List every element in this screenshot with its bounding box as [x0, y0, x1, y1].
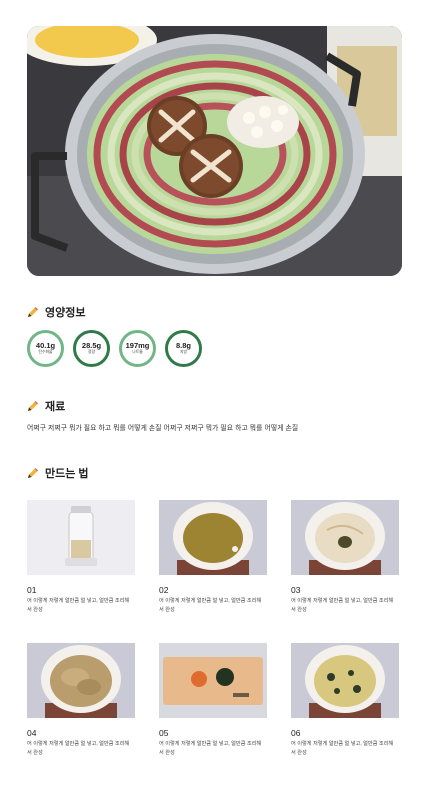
recipe-step: 02 어 이렇게 저렇게 얼만큼 얼 넣고, 얼만큼 조리해서 완성: [159, 500, 267, 615]
nutrition-section-title: 영양정보: [27, 304, 85, 320]
step-description: 어 이렇게 저렇게 얼만큼 얼 넣고, 얼만큼 조리해서 완성: [159, 741, 262, 756]
recipe-step: 06 어 이렇게 저렇게 얼만큼 얼 넣고, 얼만큼 조리해서 완성: [291, 643, 399, 758]
step-number: 03: [291, 585, 301, 595]
step-photo-blender: [27, 500, 135, 575]
nutrition-label: 탄수화물: [38, 350, 53, 355]
hero-dish-photo: [27, 26, 402, 276]
nutrition-value: 197mg: [125, 340, 150, 350]
pencil-icon: [28, 401, 38, 411]
step-photo-pot-broth: [159, 500, 267, 575]
step-description: 어 이렇게 저렇게 얼만큼 얼 넣고, 얼만큼 조리해서 완성: [27, 741, 130, 756]
step-number: 01: [27, 585, 37, 595]
recipe-step: 05 어 이렇게 저렇게 얼만큼 얼 넣고, 얼만큼 조리해서 완성: [159, 643, 267, 758]
nutrition-badge-carbs: 40.1g 탄수화물: [27, 330, 64, 367]
step-description: 어 이렇게 저렇게 얼만큼 얼 넣고, 얼만큼 조리해서 완성: [27, 598, 130, 613]
nutrition-badge-sugar: 28.5g 정량: [73, 330, 110, 367]
nutrition-title: 영양정보: [45, 307, 86, 319]
pencil-icon: [28, 468, 38, 478]
nutrition-value: 8.8g: [175, 340, 191, 350]
step-description: 어 이렇게 저렇게 얼만큼 얼 넣고, 얼만큼 조리해서 완성: [291, 741, 394, 756]
ingredients-title: 재료: [45, 401, 66, 413]
nutrition-value: 28.5g: [81, 340, 102, 350]
recipe-step: 04 어 이렇게 저렇게 얼만큼 얼 넣고, 얼만큼 조리해서 완성: [27, 643, 135, 758]
step-description: 어 이렇게 저렇게 얼만큼 얼 넣고, 얼만큼 조리해서 완성: [159, 598, 262, 613]
step-number: 06: [291, 728, 301, 738]
step-photo-pot-finished: [291, 643, 399, 718]
nutrition-value: 40.1g: [35, 340, 56, 350]
step-number: 04: [27, 728, 37, 738]
nutrition-label: 나트륨: [132, 350, 143, 355]
steps-section-title: 만드는 법: [27, 465, 89, 481]
step-photo-cutting-board: [159, 643, 267, 718]
recipe-step: 01 어 이렇게 저렇게 얼만큼 얼 넣고, 얼만큼 조리해서 완성: [27, 500, 135, 615]
step-photo-pot-soup: [291, 500, 399, 575]
nutrition-badge-fat: 8.8g 지방: [165, 330, 202, 367]
pencil-icon: [28, 307, 38, 317]
nutrition-badge-sodium: 197mg 나트륨: [119, 330, 156, 367]
ingredients-section-title: 재료: [27, 398, 65, 414]
nutrition-badges: 40.1g 탄수화물 28.5g 정량 197mg 나트륨 8.8g 지방: [27, 330, 202, 367]
ingredients-text: 어쩌구 저쩌구 뭐가 필요 하고 뭐를 어떻게 손질 어쩌구 저쩌구 뭐가 필요…: [27, 425, 299, 432]
step-photo-pot-grains: [27, 643, 135, 718]
step-description: 어 이렇게 저렇게 얼만큼 얼 넣고, 얼만큼 조리해서 완성: [291, 598, 394, 613]
step-number: 05: [159, 728, 169, 738]
nutrition-label: 정량: [88, 350, 95, 355]
step-number: 02: [159, 585, 169, 595]
nutrition-label: 지방: [180, 350, 187, 355]
steps-title: 만드는 법: [45, 468, 89, 480]
recipe-step: 03 어 이렇게 저렇게 얼만큼 얼 넣고, 얼만큼 조리해서 완성: [291, 500, 399, 615]
